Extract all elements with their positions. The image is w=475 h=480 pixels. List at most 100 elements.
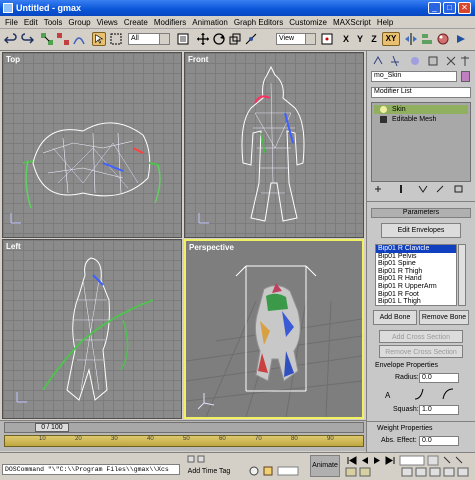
divider	[367, 421, 475, 422]
menu-file[interactable]: File	[2, 16, 21, 29]
track-tick: 10	[39, 436, 46, 442]
menu-create[interactable]: Create	[121, 16, 151, 29]
menu-edit[interactable]: Edit	[21, 16, 41, 29]
align-icon[interactable]	[420, 32, 434, 46]
menu-bar: File Edit Tools Group Views Create Modif…	[0, 16, 475, 29]
undo-icon[interactable]	[4, 32, 18, 46]
radius-spinner[interactable]: 0.0	[419, 373, 459, 383]
menu-maxscript[interactable]: MAXScript	[330, 16, 374, 29]
bone-list-item[interactable]: Bip01 R Hand	[376, 275, 456, 283]
menu-group[interactable]: Group	[65, 16, 93, 29]
weight-properties-label: Weight Properties	[377, 425, 433, 432]
unlink-icon[interactable]	[56, 32, 70, 46]
pivot-center-icon[interactable]	[320, 32, 334, 46]
parameters-rollout-header[interactable]: Parameters	[371, 208, 471, 218]
time-slider[interactable]: 0 / 100	[4, 422, 364, 433]
mirror-icon[interactable]	[404, 32, 418, 46]
track-tick: 80	[291, 436, 298, 442]
main-toolbar: All View X Y Z XY	[0, 29, 475, 51]
track-tick: 60	[219, 436, 226, 442]
constrain-z-button[interactable]: Z	[367, 32, 381, 46]
falloff-curve-icons[interactable]: A	[383, 387, 463, 403]
command-panel: mo_Skin Modifier List Skin Editable Mesh…	[366, 51, 475, 454]
viewport-perspective[interactable]: Perspective	[184, 239, 364, 419]
menu-graph-editors[interactable]: Graph Editors	[231, 16, 286, 29]
abs-effect-spinner[interactable]: 0.0	[419, 436, 459, 446]
menu-help[interactable]: Help	[374, 16, 396, 29]
character-shaded-perspective	[186, 265, 362, 417]
constrain-y-button[interactable]: Y	[353, 32, 367, 46]
viewport-front[interactable]: Front	[184, 52, 364, 238]
select-region-icon[interactable]	[109, 32, 123, 46]
move-icon[interactable]	[196, 32, 210, 46]
mesh-icon	[380, 116, 387, 123]
modifier-stack: Skin Editable Mesh	[371, 102, 471, 182]
stack-item-editable-mesh[interactable]: Editable Mesh	[374, 115, 468, 124]
time-slider-thumb[interactable]: 0 / 100	[35, 423, 69, 432]
menu-animation[interactable]: Animation	[189, 16, 231, 29]
track-tick: 70	[255, 436, 262, 442]
scale-icon[interactable]	[228, 32, 242, 46]
reference-coordinate-dropdown[interactable]: View	[276, 33, 316, 45]
maximize-button[interactable]: □	[443, 2, 456, 14]
close-button[interactable]: ✕	[458, 2, 471, 14]
menu-tools[interactable]: Tools	[41, 16, 66, 29]
object-name-field[interactable]: mo_Skin	[371, 71, 457, 82]
minimize-button[interactable]: _	[428, 2, 441, 14]
add-bone-button[interactable]: Add Bone	[373, 310, 417, 325]
bone-list-item[interactable]: Bip01 R UpperArm	[376, 283, 456, 291]
select-object-icon[interactable]	[92, 32, 106, 46]
remove-cross-section-button[interactable]: Remove Cross Section	[379, 345, 463, 358]
menu-customize[interactable]: Customize	[286, 16, 330, 29]
track-tick: 30	[111, 436, 118, 442]
bind-spacewarp-icon[interactable]	[72, 32, 86, 46]
select-by-name-icon[interactable]	[176, 32, 190, 46]
track-tick: 50	[183, 436, 190, 442]
bone-list-scrollbar[interactable]	[458, 244, 466, 306]
constrain-x-button[interactable]: X	[339, 32, 353, 46]
radius-label: Radius:	[395, 374, 419, 381]
track-tick: 90	[327, 436, 334, 442]
playback-controls[interactable]	[344, 454, 472, 478]
bone-list-item[interactable]: Bip01 R Thigh	[376, 268, 456, 276]
modifier-list-dropdown[interactable]: Modifier List	[371, 87, 471, 98]
remove-bone-button[interactable]: Remove Bone	[419, 310, 469, 325]
svg-text:A: A	[385, 391, 391, 400]
viewport-top[interactable]: Top	[2, 52, 182, 238]
constrain-xy-button[interactable]: XY	[382, 32, 400, 46]
character-mesh-left	[16, 257, 154, 403]
render-icon[interactable]	[454, 32, 468, 46]
viewport-left[interactable]: Left	[2, 239, 182, 419]
bone-list-item[interactable]: Bip01 R Clavicle	[376, 245, 456, 253]
material-editor-icon[interactable]	[436, 32, 450, 46]
lightbulb-icon[interactable]	[380, 106, 387, 113]
title-bar: Untitled - gmax	[0, 0, 475, 16]
squash-spinner[interactable]: 1.0	[419, 405, 459, 415]
bone-list-item[interactable]: Bip01 Spine	[376, 260, 456, 268]
menu-views[interactable]: Views	[94, 16, 121, 29]
stack-item-skin[interactable]: Skin	[374, 105, 468, 114]
bone-list-item[interactable]: Bip01 L Thigh	[376, 298, 456, 305]
redo-icon[interactable]	[20, 32, 34, 46]
bone-list-item[interactable]: Bip01 R Foot	[376, 291, 456, 299]
bone-list[interactable]: Bip01 R Clavicle Bip01 Pelvis Bip01 Spin…	[375, 244, 457, 306]
link-icon[interactable]	[40, 32, 54, 46]
animate-button[interactable]: Animate	[310, 455, 340, 477]
rotate-icon[interactable]	[212, 32, 226, 46]
maxscript-listener-field[interactable]: DOSCommand "\"C:\\Program Files\\gmax\\X…	[2, 464, 180, 475]
reference-coordinate-icon[interactable]	[244, 32, 258, 46]
menu-modifiers[interactable]: Modifiers	[151, 16, 189, 29]
command-panel-tabs	[373, 55, 469, 67]
edit-envelopes-button[interactable]: Edit Envelopes	[381, 223, 461, 238]
add-time-tag-button[interactable]: Add Time Tag	[186, 467, 232, 478]
bone-list-item[interactable]: Bip01 Pelvis	[376, 253, 456, 261]
track-bar[interactable]: 10 20 30 40 50 60 70 80 90	[4, 435, 364, 447]
window-title: Untitled - gmax	[16, 3, 82, 13]
gmax-app-icon	[3, 3, 13, 13]
grid-lock-icons[interactable]	[248, 464, 308, 478]
add-cross-section-button[interactable]: Add Cross Section	[379, 330, 463, 343]
selection-filter-dropdown[interactable]: All	[128, 33, 170, 45]
abs-effect-label: Abs. Effect:	[381, 437, 417, 444]
object-color-swatch[interactable]	[461, 71, 470, 82]
envelope-properties-label: Envelope Properties	[375, 362, 439, 369]
